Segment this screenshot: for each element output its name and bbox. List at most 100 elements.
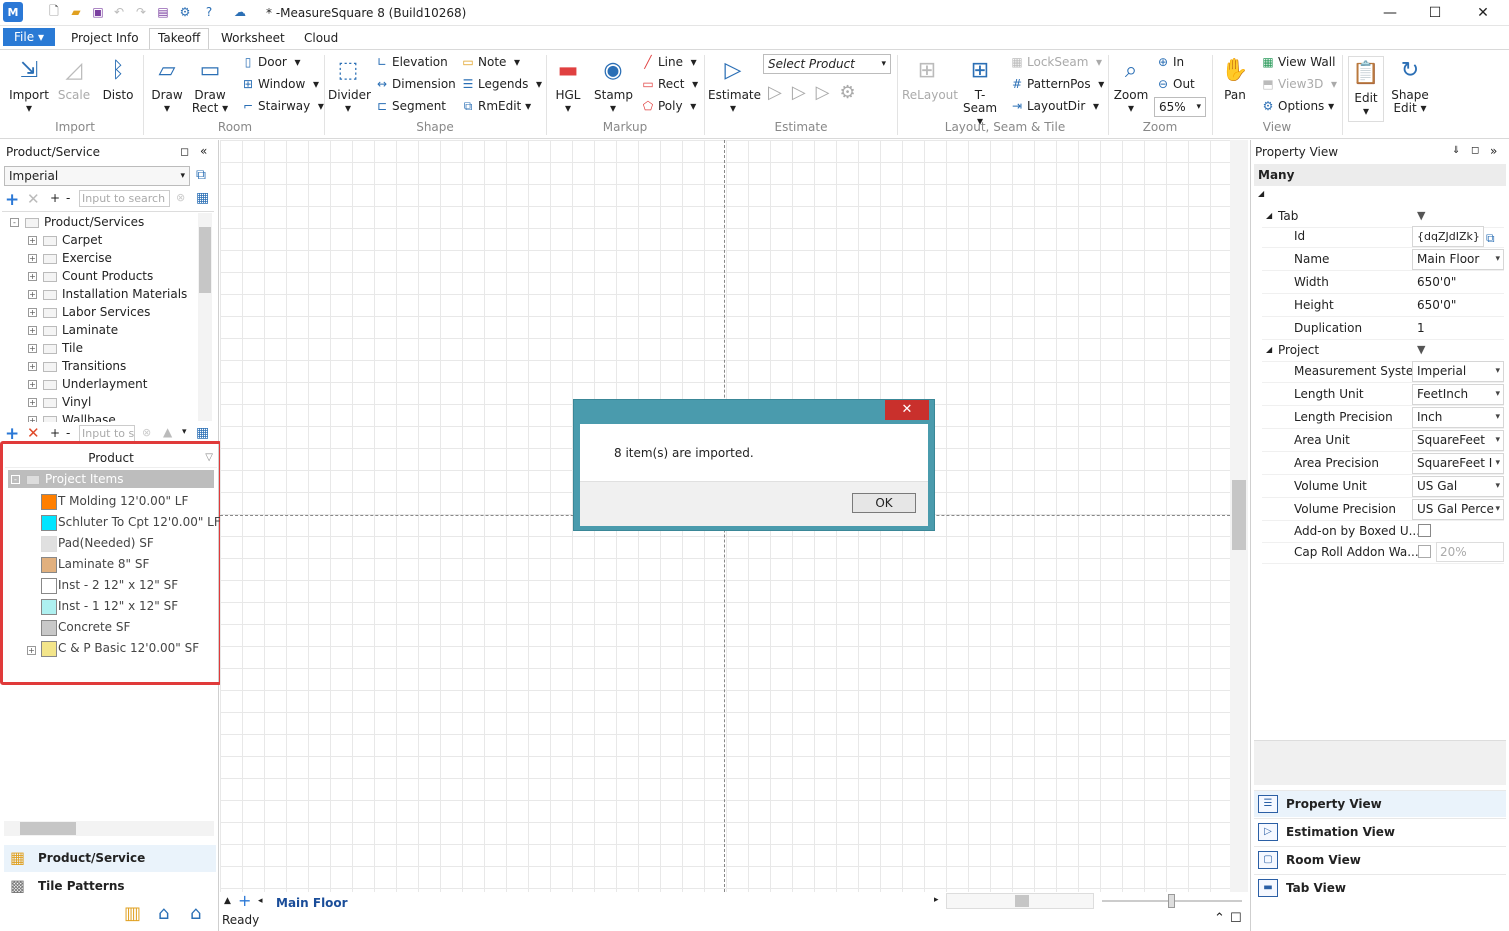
filter-icon[interactable]: ▼ [1417, 339, 1425, 361]
tile-patterns-tab[interactable]: ▩ Tile Patterns [4, 873, 216, 900]
save-as-icon[interactable]: ▤ [155, 4, 171, 20]
canvas-vscrollbar[interactable] [1230, 140, 1248, 892]
zoom-in-button[interactable]: ⊕ In [1155, 53, 1184, 71]
panel-menu-icon[interactable]: ⇓ [1452, 145, 1460, 156]
pan-button[interactable]: ✋ Pan [1216, 56, 1254, 102]
tree-root[interactable]: - Product/Services [10, 213, 144, 231]
redo-icon[interactable]: ↷ [133, 4, 149, 20]
tree-item-labor-services[interactable]: + Labor Services [28, 303, 150, 321]
project-item-cp-basic[interactable]: C & P Basic 12'0.00" SF [41, 639, 199, 657]
house-icon[interactable]: ⌂ [158, 903, 169, 924]
project-item-inst-1[interactable]: Inst - 1 12" x 12" SF [41, 597, 178, 615]
catalog-icon[interactable]: ⧉ [196, 167, 206, 183]
scroll-right-icon[interactable]: ▸ [934, 895, 939, 905]
dimension-button[interactable]: ↔ Dimension [374, 75, 456, 93]
rmedit-button[interactable]: ⧉ RmEdit ▾ [460, 97, 531, 115]
dialog-close-button[interactable]: ✕ [885, 400, 929, 420]
poly-button[interactable]: ⬠ Poly ▾ [640, 97, 696, 115]
view-wall-button[interactable]: ▦ View Wall [1260, 53, 1335, 71]
tree-item-count-products[interactable]: + Count Products [28, 267, 153, 285]
options-button[interactable]: ⚙ Options ▾ [1260, 97, 1335, 115]
window-button[interactable]: ⊞ Window ▾ [240, 75, 319, 93]
tseam-button[interactable]: ⊞ T-Seam ▾ [958, 56, 1002, 128]
patternpos-button[interactable]: # PatternPos ▾ [1009, 75, 1104, 93]
expand-items-icon[interactable]: + [50, 426, 60, 440]
tree-item-wallbase[interactable]: + Wallbase [28, 411, 116, 422]
item-search-input[interactable]: Input to se [79, 425, 135, 442]
relayout-button[interactable]: ⊞ ReLayout [902, 56, 958, 102]
elevation-button[interactable]: ∟ Elevation [374, 53, 448, 71]
line-button[interactable]: ╱ Line ▾ [640, 53, 696, 71]
house-paint-icon[interactable]: ⌂ [190, 903, 201, 924]
prop-measurement-system[interactable]: Measurement System Imperial ▾ [1262, 360, 1504, 383]
zoom-button[interactable]: ⌕ Zoom ▾ [1112, 56, 1150, 115]
property-view-nav[interactable]: ☰ Property View [1254, 790, 1506, 817]
prop-area-unit[interactable]: Area Unit SquareFeet ▾ [1262, 429, 1504, 452]
clear-item-search-icon[interactable]: ⊗ [142, 426, 151, 439]
divider-button[interactable]: ⬚ Divider ▾ [328, 56, 371, 115]
clear-search-icon[interactable]: ⊗ [176, 191, 185, 204]
items-grid-icon[interactable]: ▦ [196, 425, 209, 441]
prop-width[interactable]: Width 650'0" [1262, 271, 1504, 294]
prop-name[interactable]: Name Main Floor ▾ [1262, 248, 1504, 271]
new-file-icon[interactable]: 🗋 [46, 4, 62, 20]
prop-length-precision[interactable]: Length Precision Inch ▾ [1262, 406, 1504, 429]
tree-item-laminate[interactable]: + Laminate [28, 321, 118, 339]
close-button[interactable]: ✕ [1463, 2, 1503, 24]
tree-item-exercise[interactable]: + Exercise [28, 249, 112, 267]
cap-roll-value[interactable]: 20% [1436, 542, 1504, 562]
disto-button[interactable]: ᛒ Disto [100, 56, 136, 102]
items-hscrollbar[interactable] [4, 821, 214, 836]
save-icon[interactable]: ▣ [90, 4, 106, 20]
edit-button[interactable]: 📋 Edit ▾ [1348, 56, 1384, 122]
draw-rect-button[interactable]: ▭ Draw Rect ▾ [190, 56, 230, 115]
file-menu[interactable]: File ▾ [3, 28, 55, 46]
scale-button[interactable]: ◿ Scale [56, 56, 92, 102]
addon-boxed-checkbox[interactable] [1418, 524, 1431, 537]
tree-item-tile[interactable]: + Tile [28, 339, 83, 357]
tree-item-carpet[interactable]: + Carpet [28, 231, 102, 249]
prop-cap-roll-addon[interactable]: Cap Roll Addon Wa... 20% [1262, 541, 1504, 564]
tab-project-info[interactable]: Project Info [71, 29, 139, 49]
pattern-icon[interactable]: ▥ [124, 903, 141, 924]
shape-edit-button[interactable]: ↻ Shape Edit ▾ [1390, 56, 1430, 115]
zoom-level-select[interactable]: 65% ▾ [1154, 97, 1206, 117]
open-folder-icon[interactable]: ▰ [68, 4, 84, 20]
prop-id[interactable]: Id {dqZJdIZk} ⧉ [1262, 225, 1504, 248]
layoutdir-button[interactable]: ⇥ LayoutDir ▾ [1009, 97, 1099, 115]
project-item-laminate[interactable]: Laminate 8" SF [41, 555, 149, 573]
stamp-button[interactable]: ◉ Stamp ▾ [594, 56, 633, 115]
remove-item-icon[interactable]: ✕ [27, 424, 40, 442]
minimize-button[interactable]: — [1370, 2, 1410, 24]
add-floor-icon[interactable]: + [238, 891, 251, 910]
unit-system-select[interactable]: Imperial ▾ [4, 166, 190, 186]
prop-area-precision[interactable]: Area Precision SquareFeet I ▾ [1262, 452, 1504, 475]
float-panel-icon[interactable]: ◻ [1471, 145, 1479, 156]
scroll-up-icon[interactable]: ▲ [224, 896, 231, 906]
expand-cp-basic-icon[interactable]: + [27, 643, 42, 657]
collapse-all-props-icon[interactable]: ◢ [1258, 189, 1264, 198]
product-column-header[interactable]: Product ▽ [5, 448, 217, 468]
move-up-icon[interactable]: ▲ [163, 425, 172, 439]
project-item-t-molding[interactable]: T Molding 12'0.00" LF [41, 492, 188, 510]
prev-floor-icon[interactable]: ◂ [258, 896, 263, 906]
product-search-input[interactable]: Input to search [79, 190, 170, 207]
legends-button[interactable]: ☰ Legends ▾ [460, 75, 542, 93]
add-icon[interactable]: + [5, 190, 19, 210]
cloud-icon[interactable]: ☁ [232, 4, 248, 20]
restore-icon[interactable]: ☐ [1230, 911, 1242, 926]
rect-button[interactable]: ▭ Rect ▾ [640, 75, 698, 93]
cap-roll-checkbox[interactable] [1418, 545, 1431, 558]
project-item-schluter[interactable]: Schluter To Cpt 12'0.00" LF [41, 513, 221, 531]
section-project[interactable]: ◢ Project ▼ [1262, 339, 1504, 362]
project-item-inst-2[interactable]: Inst - 2 12" x 12" SF [41, 576, 178, 594]
tab-worksheet[interactable]: Worksheet [221, 29, 285, 49]
pin-icon[interactable]: ◻ [180, 145, 189, 158]
ok-button[interactable]: OK [852, 493, 916, 513]
estimate-button[interactable]: ▷ Estimate ▾ [708, 56, 761, 115]
draw-button[interactable]: ▱ Draw ▾ [148, 56, 186, 115]
collapse-items-icon[interactable]: - [66, 426, 70, 440]
expand-up-icon[interactable]: ⌃ [1214, 911, 1225, 926]
sort-dropdown-icon[interactable]: ▾ [182, 427, 187, 437]
project-item-pad[interactable]: Pad(Needed) SF [41, 534, 154, 552]
